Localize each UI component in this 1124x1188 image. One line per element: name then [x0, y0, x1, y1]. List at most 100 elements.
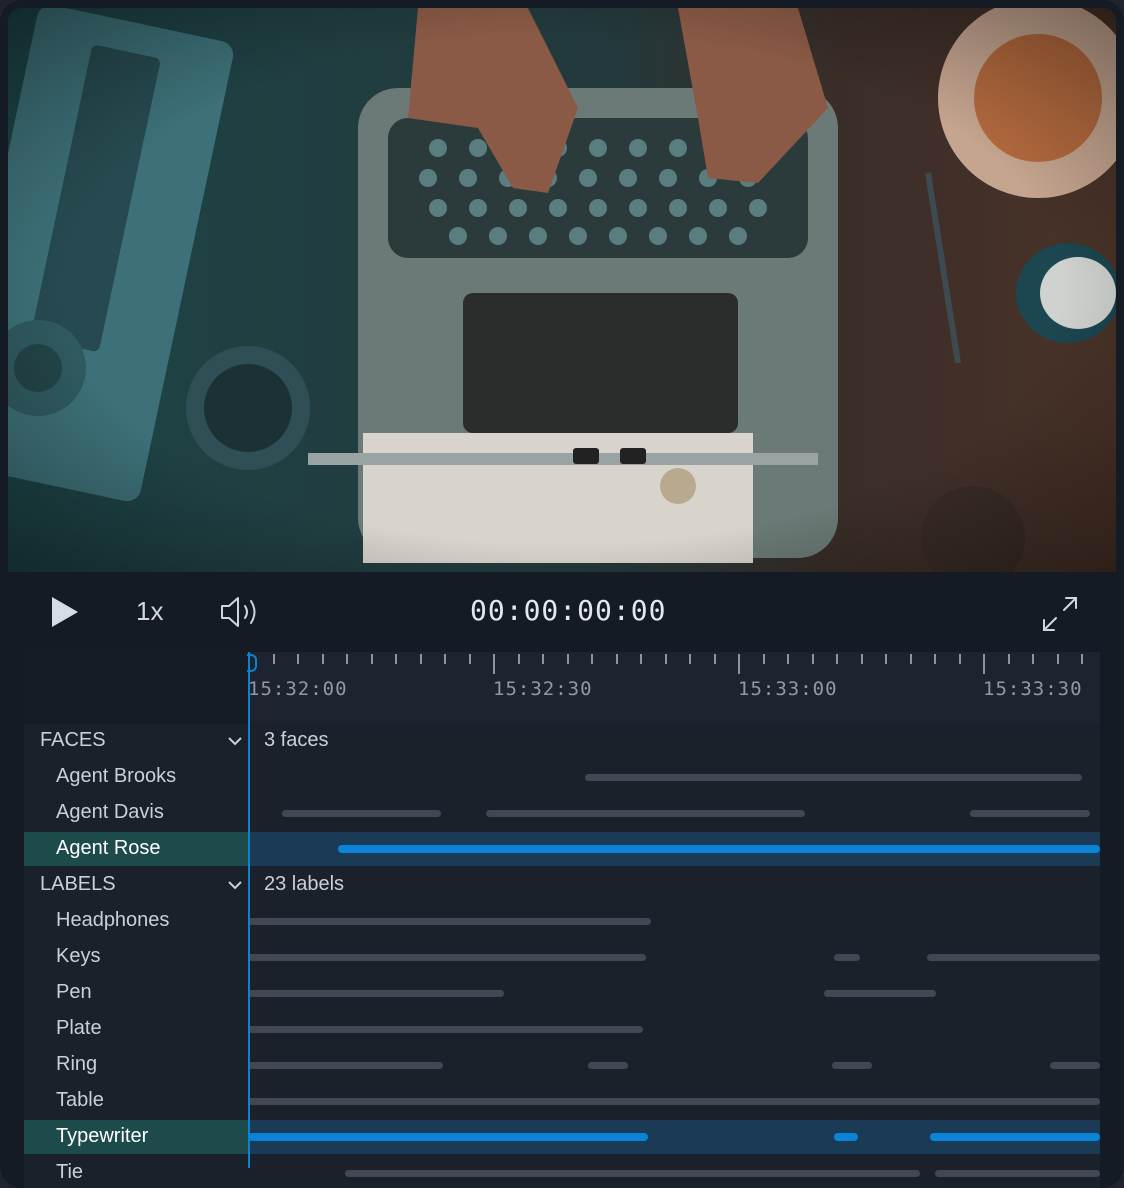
ruler-label: 15:33:00: [738, 678, 838, 700]
faces-group-label-cell[interactable]: FACES: [24, 724, 248, 758]
occurrence-segment[interactable]: [248, 1026, 644, 1033]
ruler-tick: [272, 654, 275, 664]
label-cell[interactable]: Table: [24, 1084, 248, 1118]
occurrence-segment[interactable]: [485, 810, 806, 817]
face-label-cell[interactable]: Agent Rose: [24, 832, 248, 866]
occurrence-segment[interactable]: [248, 990, 504, 997]
occurrence-segment[interactable]: [345, 1170, 921, 1177]
occurrence-segment[interactable]: [338, 845, 1100, 853]
occurrence-segment[interactable]: [587, 1062, 628, 1069]
face-track[interactable]: [248, 760, 1100, 794]
label-name: Tie: [56, 1161, 84, 1183]
label-track[interactable]: [248, 1084, 1100, 1118]
label-track[interactable]: [248, 940, 1100, 974]
label-track[interactable]: [248, 1048, 1100, 1082]
label-row-table[interactable]: Table: [24, 1084, 1100, 1118]
ruler-tick: [591, 654, 593, 664]
label-row-plate[interactable]: Plate: [24, 1012, 1100, 1046]
playhead-line[interactable]: [248, 652, 250, 1168]
label-cell[interactable]: Headphones: [24, 904, 248, 938]
occurrence-segment[interactable]: [934, 1170, 1100, 1177]
ruler-tick: [860, 654, 863, 664]
ruler-tick: [713, 654, 716, 664]
ruler-tick: [297, 654, 299, 664]
labels-group-header[interactable]: LABELS 23 labels: [24, 868, 1100, 902]
label-cell[interactable]: Ring: [24, 1048, 248, 1082]
label-row-pen[interactable]: Pen: [24, 976, 1100, 1010]
occurrence-segment[interactable]: [248, 1062, 444, 1069]
labels-group-label-cell[interactable]: LABELS: [24, 868, 248, 902]
playback-speed-button[interactable]: 1x: [136, 596, 163, 627]
labels-group-title: LABELS: [40, 873, 116, 895]
occurrence-segment[interactable]: [930, 1133, 1100, 1141]
face-name: Agent Brooks: [56, 765, 177, 787]
play-icon: [52, 597, 78, 627]
occurrence-segment[interactable]: [584, 774, 1083, 781]
label-cell[interactable]: Plate: [24, 1012, 248, 1046]
ruler-tick: [738, 654, 740, 674]
faces-group-header[interactable]: FACES 3 faces: [24, 724, 1100, 758]
label-row-tie[interactable]: Tie: [24, 1156, 1100, 1188]
ruler-tick: [787, 654, 789, 664]
occurrence-segment[interactable]: [831, 1062, 872, 1069]
occurrence-segment[interactable]: [248, 918, 651, 925]
label-track[interactable]: [248, 904, 1100, 938]
label-name: Typewriter: [56, 1125, 149, 1147]
ruler-tick: [983, 654, 985, 674]
occurrence-segment[interactable]: [282, 810, 442, 817]
face-label-cell[interactable]: Agent Davis: [24, 796, 248, 830]
video-frame[interactable]: [8, 8, 1116, 572]
play-button[interactable]: [46, 594, 82, 630]
label-cell[interactable]: Pen: [24, 976, 248, 1010]
label-row-typewriter[interactable]: Typewriter: [24, 1120, 1100, 1154]
face-name: Agent Rose: [56, 837, 161, 859]
fullscreen-button[interactable]: [1040, 594, 1080, 634]
ruler-tick: [566, 654, 569, 664]
video-still-image: [8, 8, 1116, 572]
occurrence-segment[interactable]: [969, 810, 1090, 817]
occurrence-segment[interactable]: [927, 954, 1100, 961]
face-track[interactable]: [248, 796, 1100, 830]
chevron-down-icon[interactable]: [226, 732, 244, 750]
label-cell[interactable]: Typewriter: [24, 1120, 248, 1154]
ruler-tick: [762, 654, 765, 664]
occurrence-segment[interactable]: [1049, 1062, 1100, 1069]
face-row-agent-brooks[interactable]: Agent Brooks: [24, 760, 1100, 794]
ruler-tick: [1056, 654, 1059, 664]
video-player-window: 1x 00:00:00:00 15:32:00 15:32:30 15:33:0…: [0, 0, 1124, 1188]
occurrence-segment[interactable]: [248, 1098, 1100, 1105]
labels-count: 23 labels: [264, 873, 345, 895]
label-track[interactable]: [248, 1012, 1100, 1046]
time-ruler[interactable]: 15:32:00 15:32:30 15:33:00 15:33:30: [248, 652, 1100, 724]
face-track[interactable]: [248, 832, 1100, 866]
ruler-tick: [444, 654, 446, 664]
label-row-ring[interactable]: Ring: [24, 1048, 1100, 1082]
label-name: Keys: [56, 945, 101, 967]
faces-group-title: FACES: [40, 729, 106, 751]
occurrence-segment[interactable]: [823, 990, 937, 997]
face-row-agent-rose[interactable]: Agent Rose: [24, 832, 1100, 866]
label-cell[interactable]: Tie: [24, 1156, 248, 1188]
playhead-handle[interactable]: [247, 654, 257, 672]
ruler-tick: [934, 654, 936, 664]
fullscreen-icon: [1043, 597, 1077, 631]
occurrence-segment[interactable]: [248, 954, 646, 961]
occurrence-segment[interactable]: [248, 1133, 648, 1141]
volume-button[interactable]: [218, 594, 262, 630]
chevron-down-icon[interactable]: [226, 876, 244, 894]
label-row-headphones[interactable]: Headphones: [24, 904, 1100, 938]
ruler-tick: [1007, 654, 1010, 664]
face-row-agent-davis[interactable]: Agent Davis: [24, 796, 1100, 830]
ruler-tick: [346, 654, 348, 664]
ruler-tick: [542, 654, 544, 664]
face-label-cell[interactable]: Agent Brooks: [24, 760, 248, 794]
label-track[interactable]: [248, 1120, 1100, 1154]
occurrence-segment[interactable]: [834, 954, 860, 961]
label-cell[interactable]: Keys: [24, 940, 248, 974]
label-track[interactable]: [248, 976, 1100, 1010]
label-row-keys[interactable]: Keys: [24, 940, 1100, 974]
label-track[interactable]: [248, 1156, 1100, 1188]
label-name: Pen: [56, 981, 92, 1003]
occurrence-segment[interactable]: [834, 1133, 859, 1141]
ruler-label: 15:32:30: [493, 678, 593, 700]
